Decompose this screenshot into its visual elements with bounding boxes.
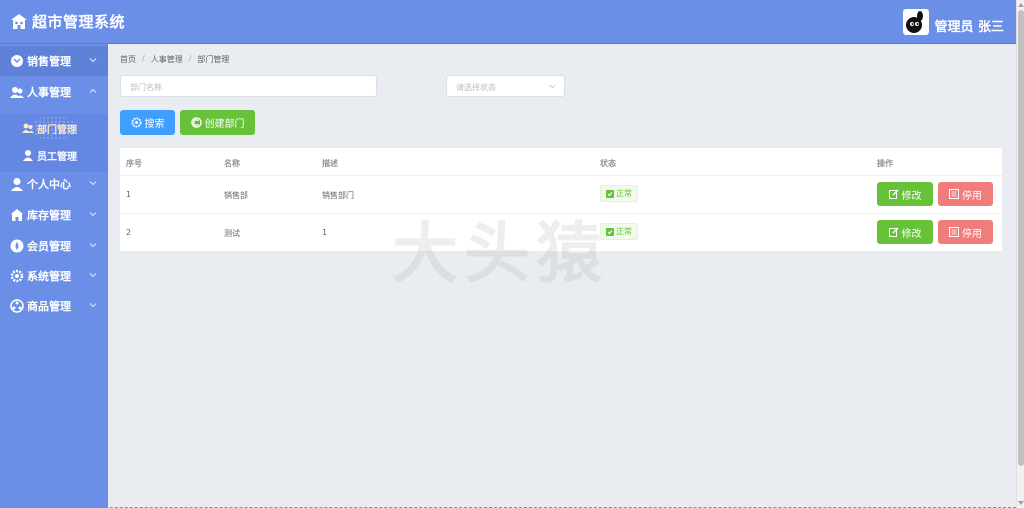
scroll-up-icon[interactable]	[1018, 2, 1024, 8]
page-scrollbar[interactable]	[1016, 0, 1024, 508]
edit-icon	[888, 189, 898, 199]
sidebar-item-inventory[interactable]: 库存管理	[0, 200, 108, 230]
edit-icon	[888, 227, 898, 237]
sidebar-item-label: 商品管理	[27, 300, 71, 313]
goods-icon	[10, 299, 24, 313]
chevron-down-icon	[89, 303, 97, 308]
chevron-down-icon	[89, 58, 97, 63]
sidebar-item-goods[interactable]: 商品管理	[0, 291, 108, 321]
status-select[interactable]: 请选择状态	[446, 75, 565, 97]
chevron-down-icon	[89, 212, 97, 217]
chevron-down-icon	[89, 243, 97, 248]
disable-button[interactable]: 停用	[938, 182, 993, 206]
sidebar-item-member[interactable]: 会员管理	[0, 231, 108, 261]
create-button-label: 创建部门	[204, 119, 245, 130]
sidebar-subitem-label: 部门管理	[37, 124, 77, 136]
cell-name: 测试	[224, 229, 240, 238]
create-department-button[interactable]: 创建部门	[180, 110, 255, 135]
breadcrumb-current: 部门管理	[197, 55, 230, 64]
column-header-name: 名称	[224, 159, 240, 168]
edit-button[interactable]: 修改	[877, 220, 933, 244]
employee-icon	[23, 150, 33, 161]
chevron-down-icon	[89, 273, 97, 278]
sidebar-subitem-employee[interactable]: 员工管理	[0, 142, 108, 168]
sidebar-subitem-label: 员工管理	[37, 151, 77, 163]
sidebar-item-label: 系统管理	[27, 270, 71, 283]
table-row: 2 测试 1 正常 修改 停用	[120, 213, 1002, 251]
disable-button-label: 停用	[962, 190, 982, 202]
breadcrumb-separator: /	[142, 54, 145, 63]
hr-icon	[10, 87, 24, 98]
member-icon	[10, 239, 24, 253]
cell-no: 2	[126, 228, 132, 237]
settings-icon	[10, 269, 24, 283]
column-header-desc: 描述	[322, 159, 338, 168]
scrollbar-thumb[interactable]	[1018, 10, 1024, 466]
sidebar-item-label: 库存管理	[27, 209, 71, 222]
app-title: 超市管理系统	[32, 13, 126, 31]
column-header-status: 状态	[600, 159, 616, 168]
status-select-placeholder: 请选择状态	[456, 83, 496, 92]
sidebar-item-system[interactable]: 系统管理	[0, 261, 108, 291]
column-header-no: 序号	[126, 159, 142, 168]
main-content: 首页 / 人事管理 / 部门管理 部门名称 请选择状态 搜索 创建部门 序号 名…	[108, 44, 1016, 508]
sidebar-item-label: 销售管理	[27, 55, 71, 68]
table-row: 1 销售部 销售部门 正常 修改 停用	[120, 175, 1002, 213]
department-table: 序号 名称 描述 状态 操作 1 销售部 销售部门 正常 修改 停用 2 测试	[120, 148, 1002, 251]
cell-no: 1	[126, 190, 132, 199]
edit-button-label: 修改	[901, 228, 922, 240]
disable-icon	[949, 189, 959, 199]
avatar-icon[interactable]	[903, 8, 930, 35]
store-icon	[11, 13, 27, 29]
chevron-down-icon	[89, 181, 97, 186]
chevron-up-icon	[89, 88, 97, 93]
top-header: 超市管理系统 管理员 张三	[0, 0, 1016, 44]
sidebar-subitem-department[interactable]: 部门管理	[0, 115, 108, 141]
status-badge: 正常	[600, 223, 638, 240]
disable-button[interactable]: 停用	[938, 220, 993, 244]
disable-button-label: 停用	[962, 228, 982, 240]
status-badge-label: 正常	[616, 227, 632, 236]
user-name: 管理员 张三	[934, 20, 1004, 35]
department-icon	[22, 123, 34, 133]
sidebar-item-label: 会员管理	[27, 240, 71, 253]
department-name-input[interactable]: 部门名称	[120, 75, 377, 97]
column-header-actions: 操作	[877, 159, 893, 168]
sidebar-item-hr[interactable]: 人事管理	[0, 77, 108, 107]
status-check-icon	[606, 227, 614, 236]
sidebar: 销售管理 人事管理 部门管理 员工管理 个人中心 库存管理 会员管理 系统管理 …	[0, 44, 108, 508]
disable-icon	[949, 227, 959, 237]
search-icon	[130, 117, 142, 128]
sales-icon	[11, 55, 23, 67]
create-icon	[190, 117, 202, 128]
search-button-label: 搜索	[144, 119, 165, 130]
department-name-placeholder: 部门名称	[130, 83, 162, 92]
breadcrumb-home[interactable]: 首页	[120, 54, 136, 65]
sidebar-item-label: 人事管理	[27, 86, 71, 99]
profile-icon	[11, 178, 23, 191]
edit-button[interactable]: 修改	[877, 182, 933, 206]
chevron-down-icon	[549, 84, 556, 89]
breadcrumb: 首页 / 人事管理 / 部门管理	[120, 54, 229, 65]
inventory-icon	[11, 209, 23, 221]
status-badge-label: 正常	[616, 189, 632, 198]
search-button[interactable]: 搜索	[120, 110, 175, 135]
breadcrumb-hr[interactable]: 人事管理	[151, 54, 183, 65]
app-logo[interactable]: 超市管理系统	[10, 11, 125, 32]
sidebar-item-profile[interactable]: 个人中心	[0, 169, 108, 199]
status-check-icon	[606, 189, 614, 198]
cell-name: 销售部	[224, 191, 248, 200]
cell-desc: 销售部门	[322, 191, 354, 200]
sidebar-item-sales[interactable]: 销售管理	[0, 46, 108, 76]
edit-button-label: 修改	[901, 190, 922, 202]
scroll-down-icon[interactable]	[1018, 500, 1024, 506]
user-menu[interactable]: 管理员 张三	[903, 8, 1004, 35]
cell-desc: 1	[322, 228, 328, 237]
sidebar-item-label: 个人中心	[27, 178, 71, 191]
breadcrumb-separator: /	[188, 54, 192, 63]
status-badge: 正常	[600, 185, 638, 202]
